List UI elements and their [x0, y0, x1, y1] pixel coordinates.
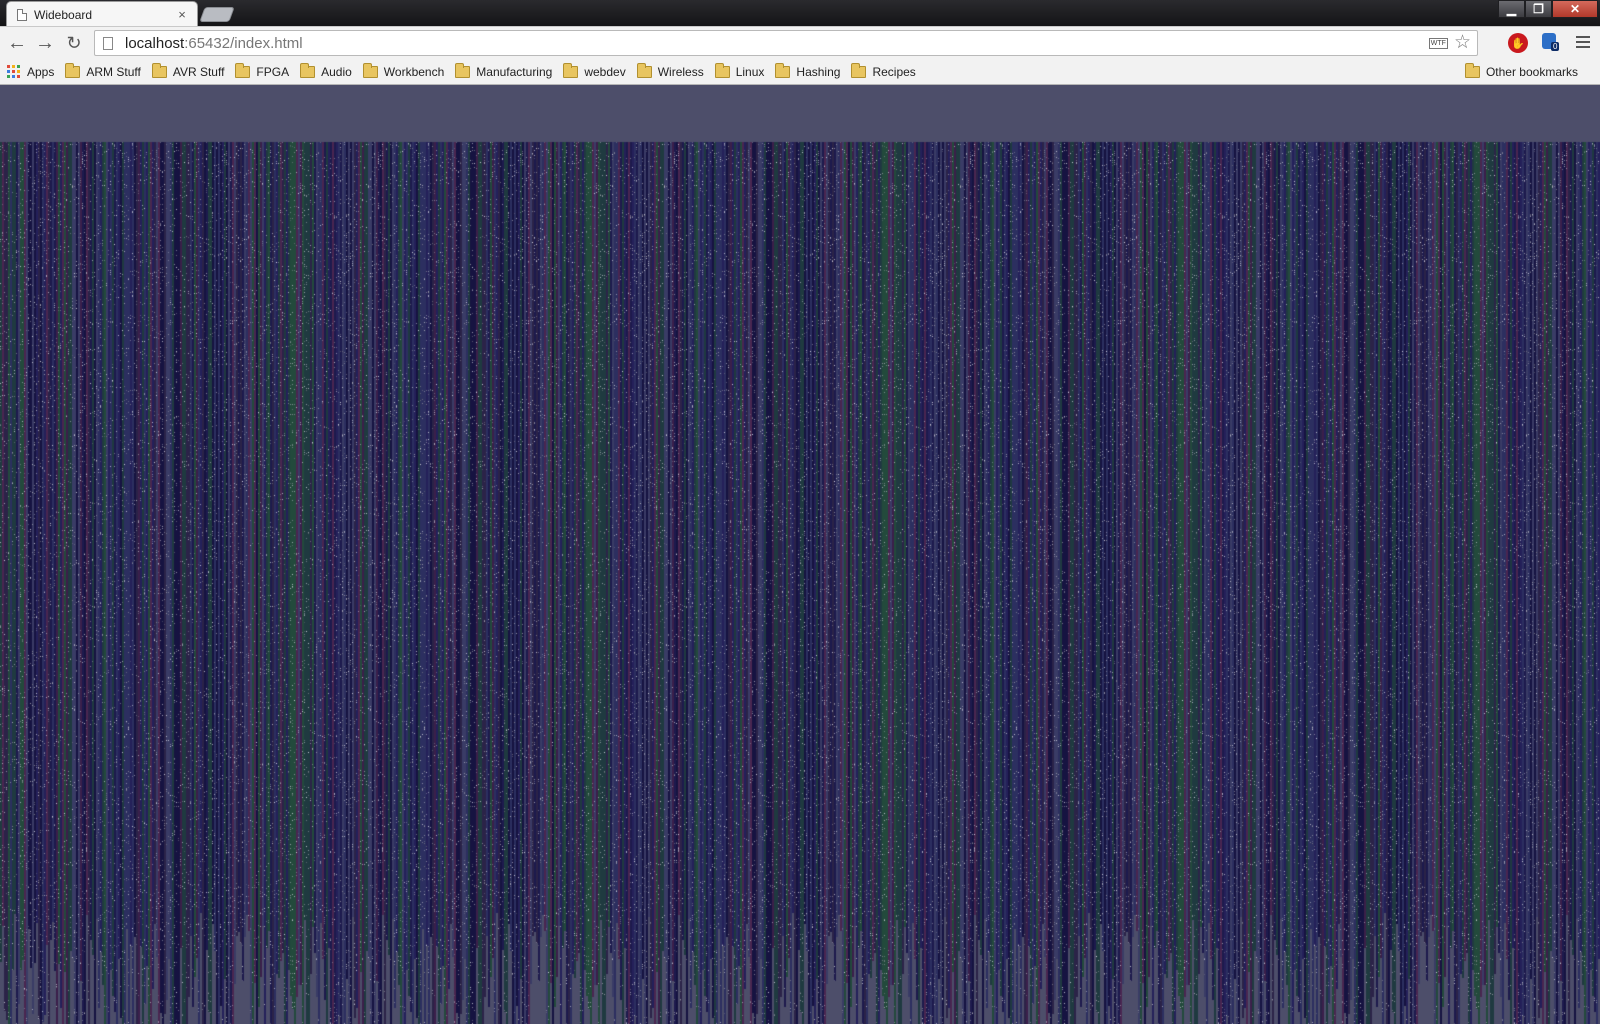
menu-icon[interactable]: [1576, 36, 1590, 51]
folder-icon: [235, 62, 251, 78]
bookmark-label: Manufacturing: [476, 64, 553, 79]
url-text[interactable]: localhost:65432/index.html: [125, 35, 303, 52]
bookmark-folder-arm-stuff[interactable]: ARM Stuff: [65, 62, 141, 79]
back-arrow-icon[interactable]: ←: [5, 32, 29, 54]
folder-icon: [775, 62, 791, 78]
folder-icon: [714, 62, 730, 78]
tab-wideboard[interactable]: Wideboard ×: [6, 1, 198, 27]
bookmark-folder-linux[interactable]: Linux: [714, 62, 765, 79]
wideboard-canvas[interactable]: [0, 85, 1600, 1024]
folder-icon: [851, 62, 867, 78]
bookmark-folder-wireless[interactable]: Wireless: [636, 62, 704, 79]
bookmark-label: FPGA: [256, 64, 290, 79]
page-content: [0, 85, 1600, 1024]
reload-icon[interactable]: ↻: [62, 32, 86, 54]
maximize-button[interactable]: ❐: [1525, 0, 1552, 18]
title-bar: Wideboard × ▁ ❐ ✕: [0, 0, 1600, 27]
folder-icon: [362, 62, 378, 78]
bookmark-other[interactable]: Other bookmarks: [1464, 63, 1578, 79]
browser-toolbar: ← → ↻ localhost:65432/index.html WTF ☆ ✋…: [0, 26, 1600, 59]
bookmark-label: Other bookmarks: [1485, 65, 1578, 79]
minimize-button[interactable]: ▁: [1498, 0, 1525, 18]
extension-icon[interactable]: 0: [1542, 33, 1562, 53]
bookmark-folder-audio[interactable]: Audio: [300, 62, 352, 79]
forward-arrow-icon[interactable]: →: [33, 32, 57, 54]
window-controls: ▁ ❐ ✕: [1498, 0, 1598, 18]
page-action-icon[interactable]: WTF: [1428, 37, 1448, 49]
address-bar[interactable]: localhost:65432/index.html WTF ☆: [94, 30, 1478, 56]
extension-badge: 0: [1551, 42, 1560, 51]
bookmark-folder-hashing[interactable]: Hashing: [775, 62, 841, 79]
folder-icon: [636, 62, 652, 78]
bookmark-label: Wireless: [657, 64, 704, 79]
folder-icon: [1464, 63, 1480, 78]
bookmark-star-icon[interactable]: ☆: [1454, 33, 1471, 52]
bookmark-folder-fpga[interactable]: FPGA: [235, 62, 290, 79]
bookmark-folder-recipes[interactable]: Recipes: [851, 62, 916, 79]
adblock-extension-icon[interactable]: ✋: [1508, 33, 1528, 53]
bookmark-label: Audio: [321, 64, 352, 79]
bookmark-label: Linux: [735, 64, 765, 79]
folder-icon: [300, 62, 316, 78]
folder-icon: [563, 62, 579, 78]
url-host: localhost: [125, 34, 185, 52]
bookmark-label: Workbench: [383, 64, 445, 79]
bookmark-label: Apps: [27, 64, 55, 79]
url-path: :65432/index.html: [184, 34, 303, 52]
bookmark-label: Recipes: [872, 64, 916, 79]
bookmark-folder-webdev[interactable]: webdev: [563, 62, 626, 79]
bookmark-folders: ARM Stuff AVR Stuff FPGA Audio Workbench Manu…: [65, 62, 926, 79]
bookmark-label: AVR Stuff: [172, 64, 225, 79]
page-icon: [103, 36, 113, 50]
bookmark-label: webdev: [584, 64, 626, 79]
folder-icon: [455, 62, 471, 78]
bookmark-apps[interactable]: Apps: [7, 65, 54, 79]
page-icon: [17, 8, 27, 21]
bookmark-folder-avr-stuff[interactable]: AVR Stuff: [151, 62, 225, 79]
close-window-button[interactable]: ✕: [1552, 0, 1598, 18]
tab-close-icon[interactable]: ×: [175, 7, 189, 22]
new-tab-button[interactable]: [199, 7, 235, 22]
tab-title: Wideboard: [34, 7, 93, 22]
apps-grid-icon: [7, 65, 20, 78]
folder-icon: [65, 62, 81, 78]
bookmark-label: ARM Stuff: [86, 64, 141, 79]
bookmark-folder-manufacturing[interactable]: Manufacturing: [455, 62, 553, 79]
folder-icon: [151, 62, 167, 78]
bookmark-label: Hashing: [796, 64, 841, 79]
bookmarks-bar: Apps ARM Stuff AVR Stuff FPGA Audio Workbenc…: [0, 59, 1600, 85]
bookmark-folder-workbench[interactable]: Workbench: [362, 62, 445, 79]
